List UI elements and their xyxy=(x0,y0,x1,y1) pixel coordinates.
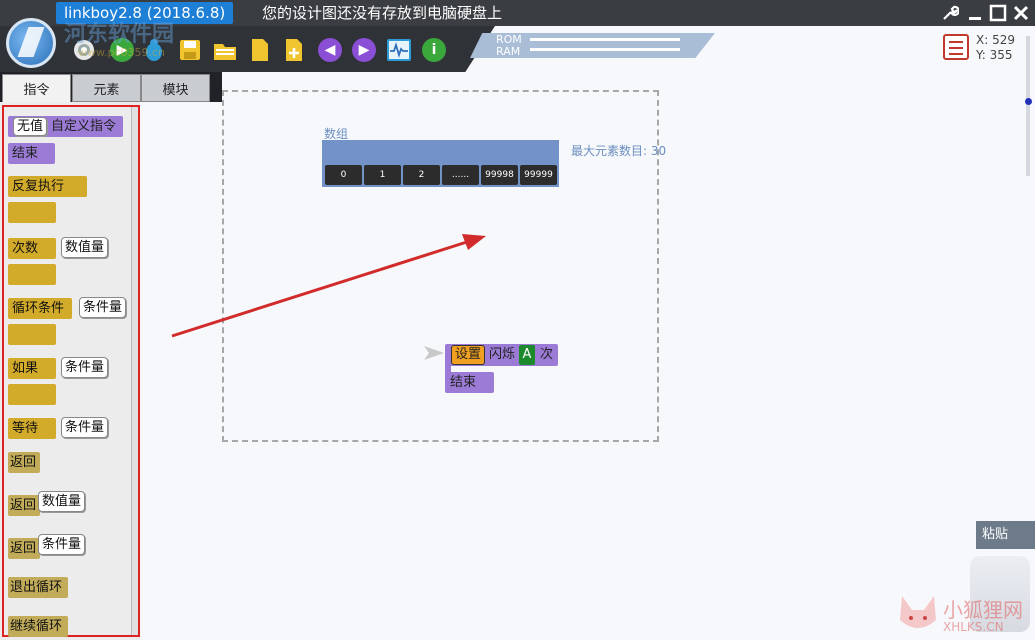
watermark-bottom-url: XHLKS.CN xyxy=(943,620,1004,634)
scroll-position-indicator[interactable] xyxy=(1025,98,1032,105)
watermark-top-url: www.pc0359.cn xyxy=(78,46,165,59)
canvas-scrollbar[interactable] xyxy=(1026,36,1030,176)
watermark-bottom: 小狐狸网 xyxy=(943,594,1023,623)
watermark-top: 河东软件园 xyxy=(64,16,174,48)
paste-button[interactable]: 粘贴 xyxy=(976,521,1035,549)
annotation-arrow xyxy=(0,0,1035,640)
fox-logo-icon xyxy=(896,592,940,636)
